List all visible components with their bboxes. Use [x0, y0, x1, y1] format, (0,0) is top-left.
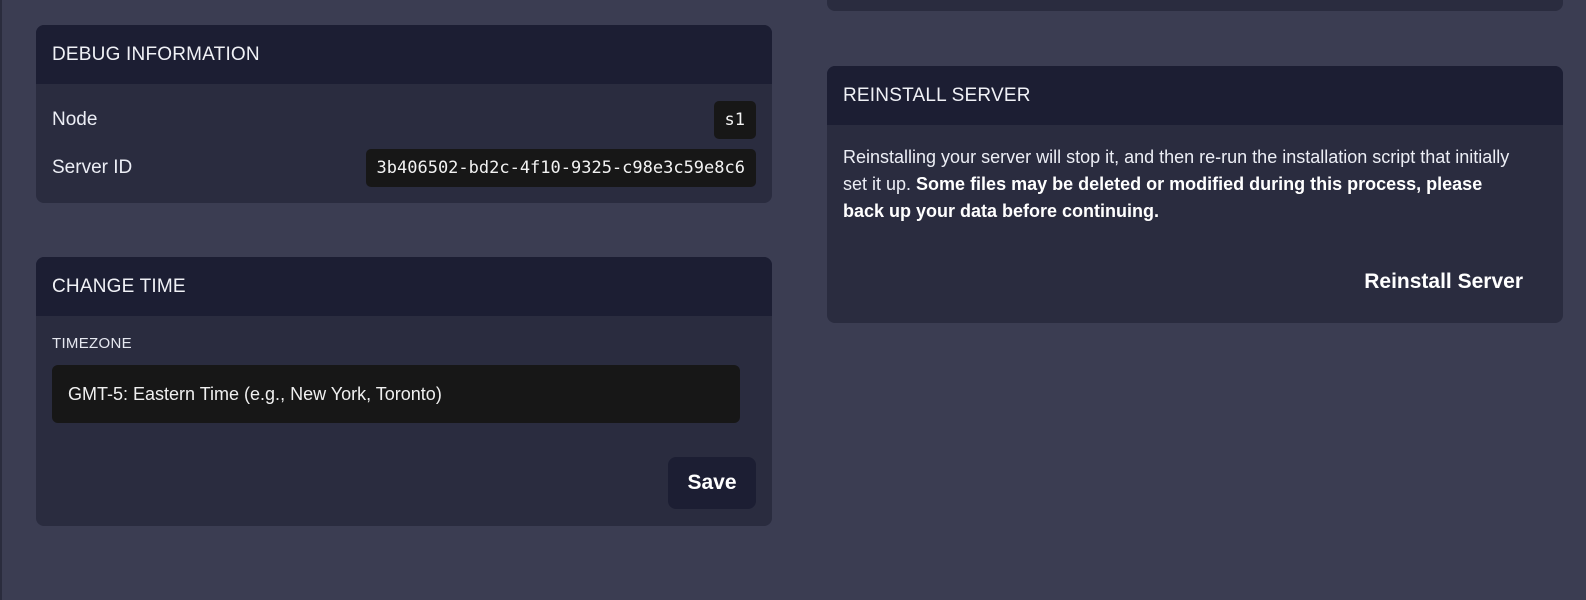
node-value: s1 — [713, 101, 756, 139]
debug-row-server-id: Server ID 3b406502-bd2c-4f10-9325-c98e3c… — [52, 149, 756, 187]
change-time-card: CHANGE TIME TIMEZONE GMT-5: Eastern Time… — [36, 257, 772, 526]
change-time-title: CHANGE TIME — [36, 257, 772, 316]
debug-information-card: DEBUG INFORMATION Node s1 Server ID 3b40… — [36, 25, 772, 203]
left-divider — [0, 0, 2, 600]
reinstall-description: Reinstalling your server will stop it, a… — [843, 144, 1523, 225]
reinstall-card-title: REINSTALL SERVER — [827, 66, 1563, 125]
debug-card-title: DEBUG INFORMATION — [36, 25, 772, 84]
debug-row-node: Node s1 — [52, 101, 756, 139]
server-id-label: Server ID — [52, 157, 133, 178]
node-label: Node — [52, 109, 98, 130]
reinstall-warning-text: Some files may be deleted or modified du… — [843, 174, 1483, 221]
reinstall-server-button[interactable]: Reinstall Server — [1364, 264, 1523, 300]
timezone-select[interactable]: GMT-5: Eastern Time (e.g., New York, Tor… — [52, 365, 740, 423]
server-id-value: 3b406502-bd2c-4f10-9325-c98e3c59e8c6 — [365, 149, 756, 187]
save-button[interactable]: Save — [668, 457, 756, 509]
reinstall-server-card: REINSTALL SERVER Reinstalling your serve… — [827, 66, 1563, 323]
settings-page: DEBUG INFORMATION Node s1 Server ID 3b40… — [0, 0, 1586, 600]
timezone-label: TIMEZONE — [52, 335, 132, 352]
clipped-card — [827, 0, 1563, 11]
